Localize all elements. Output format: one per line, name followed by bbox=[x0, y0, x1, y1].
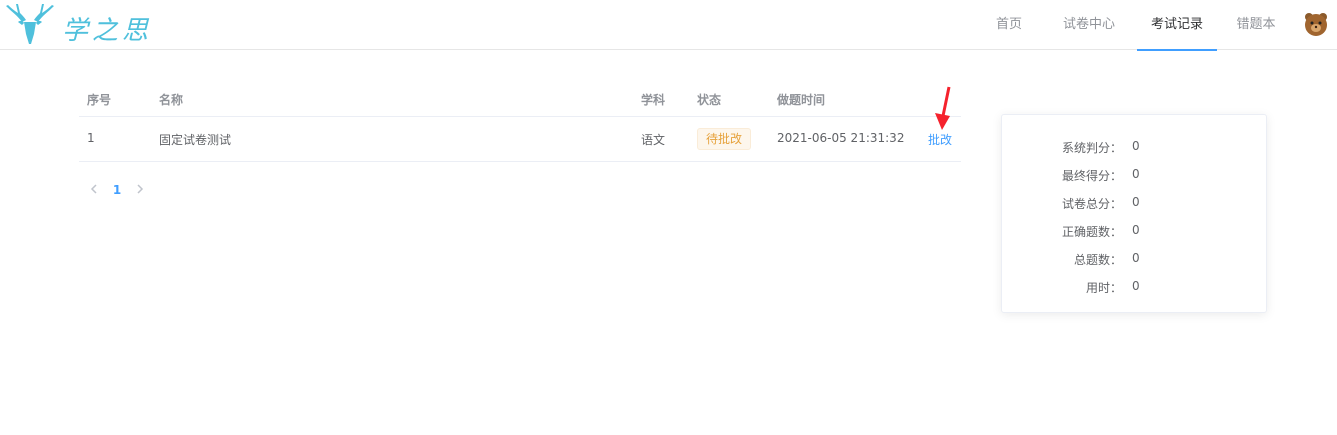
score-value: 0 bbox=[1132, 195, 1140, 209]
score-label: 正确题数： bbox=[1061, 225, 1122, 239]
score-row-final: 最终得分： 0 bbox=[1002, 164, 1268, 184]
score-value: 0 bbox=[1132, 167, 1140, 181]
nav-item-paper-center[interactable]: 试卷中心 bbox=[1041, 0, 1137, 50]
score-row-correct: 正确题数： 0 bbox=[1002, 220, 1268, 240]
score-row-duration: 用时： 0 bbox=[1002, 276, 1268, 296]
chevron-right-icon bbox=[137, 184, 144, 194]
score-value: 0 bbox=[1132, 251, 1140, 265]
grade-link[interactable]: 批改 bbox=[928, 131, 952, 148]
next-page-button[interactable] bbox=[132, 180, 148, 200]
column-header-subject: 学科 bbox=[641, 93, 666, 107]
pagination: 1 bbox=[86, 180, 148, 200]
nav-item-wrong-questions[interactable]: 错题本 bbox=[1217, 0, 1295, 50]
score-label: 最终得分： bbox=[1061, 169, 1122, 183]
chevron-left-icon bbox=[90, 184, 97, 194]
score-value: 0 bbox=[1132, 139, 1140, 153]
deer-logo-icon bbox=[6, 4, 54, 44]
nav-item-label: 首页 bbox=[995, 17, 1022, 32]
score-label: 试卷总分： bbox=[1061, 197, 1122, 211]
table-row: 1 固定试卷测试 语文 待批改 2021-06-05 21:31:32 批改 bbox=[79, 117, 961, 162]
column-header-time: 做题时间 bbox=[777, 93, 826, 107]
nav-item-home[interactable]: 首页 bbox=[977, 0, 1041, 50]
top-nav: 首页 试卷中心 考试记录 错题本 bbox=[977, 0, 1337, 51]
annotation-arrow-icon bbox=[935, 86, 951, 130]
score-row-question-count: 总题数： 0 bbox=[1002, 248, 1268, 268]
avatar[interactable] bbox=[1303, 11, 1329, 37]
row-index: 1 bbox=[87, 131, 95, 145]
row-name: 固定试卷测试 bbox=[159, 133, 232, 147]
status-badge: 待批改 bbox=[697, 128, 752, 150]
nav-item-label: 错题本 bbox=[1236, 17, 1276, 32]
logo[interactable]: 学之思 bbox=[0, 0, 170, 50]
score-row-total: 试卷总分： 0 bbox=[1002, 192, 1268, 212]
score-label: 总题数： bbox=[1073, 253, 1122, 267]
score-summary-card: 系统判分： 0 最终得分： 0 试卷总分： 0 正确题数： 0 总题数： 0 用… bbox=[1001, 114, 1267, 313]
score-label: 系统判分： bbox=[1061, 141, 1122, 155]
column-header-name: 名称 bbox=[159, 93, 184, 107]
prev-page-button[interactable] bbox=[86, 180, 102, 200]
row-time: 2021-06-05 21:31:32 bbox=[777, 131, 905, 145]
column-header-index: 序号 bbox=[87, 93, 112, 107]
table-header: 序号 名称 学科 状态 做题时间 bbox=[79, 83, 961, 117]
exam-records-table: 序号 名称 学科 状态 做题时间 1 固定试卷测试 语文 待批改 2021-06… bbox=[79, 83, 961, 162]
score-value: 0 bbox=[1132, 279, 1140, 293]
nav-item-exam-records[interactable]: 考试记录 bbox=[1137, 0, 1217, 51]
top-header: 学之思 首页 试卷中心 考试记录 错题本 bbox=[0, 0, 1337, 51]
score-row-system: 系统判分： 0 bbox=[1002, 136, 1268, 156]
score-value: 0 bbox=[1132, 223, 1140, 237]
page-number[interactable]: 1 bbox=[102, 183, 132, 197]
logo-text: 学之思 bbox=[62, 16, 153, 46]
column-header-status: 状态 bbox=[697, 93, 722, 107]
nav-item-label: 试卷中心 bbox=[1062, 17, 1115, 32]
score-label: 用时： bbox=[1085, 281, 1122, 295]
row-subject: 语文 bbox=[641, 133, 666, 147]
nav-item-label: 考试记录 bbox=[1150, 17, 1203, 32]
